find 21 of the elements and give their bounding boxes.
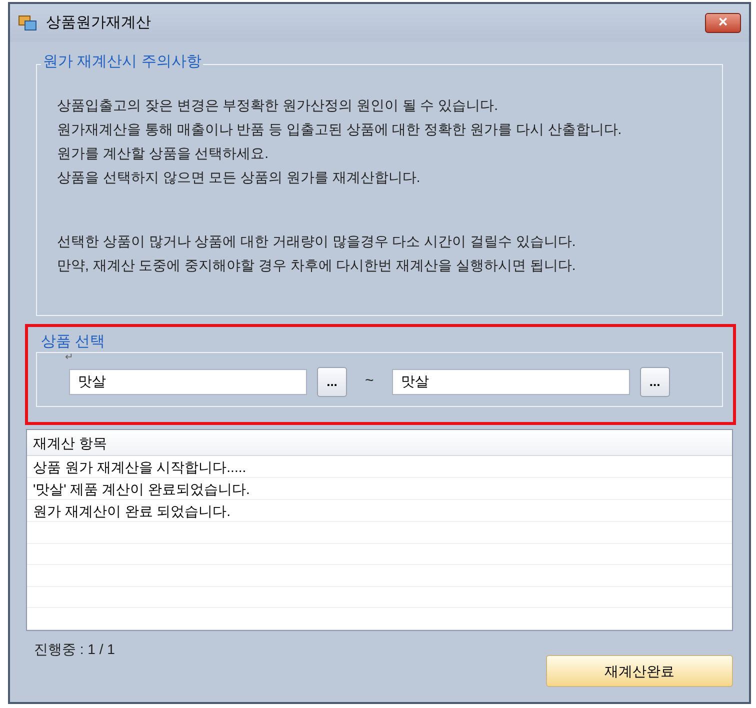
browse-button[interactable]: ... [317,366,347,396]
log-row: 원가 재계산이 완료 되었습니다. [27,500,732,522]
boxes-icon [18,14,38,32]
finish-button[interactable]: 재계산완료 [546,655,733,687]
notice-line: 선택한 상품이 많거나 상품에 대한 거래량이 많을경우 다소 시간이 걸릴수 있습니다. [57,232,577,251]
notice-line: 원가재계산을 통해 매출이나 반품 등 입출고된 상품에 대한 정확한 원가를 다시 산출합니다. [57,120,623,139]
return-mark: ↵ [65,353,73,363]
notice-line: 상품을 선택하지 않으면 모든 상품의 원가를 재계산합니다. [57,168,422,187]
window-title: 상품원가재계산 [46,12,151,33]
notice-line: 만약, 재계산 도중에 중지해야할 경우 차후에 다시한번 재계산을 실행하시면 됩니다. [57,256,577,275]
log-row: '맛살' 제품 계산이 완료되었습니다. [27,478,732,500]
group-title: 상품 선택 [41,334,106,349]
progress-text: 진행중 : 1 / 1 [34,640,115,659]
notice-line: 상품입출고의 잦은 변경은 부정확한 원가산정의 원인이 될 수 있습니다. [57,96,500,115]
notice-line: 원가를 계산할 상품을 선택하세요. [57,144,270,163]
product-field[interactable]: 맛살 [69,368,307,394]
browse-button[interactable]: ... [640,366,670,396]
product-field[interactable]: 맛살 [392,368,630,394]
log-row: 상품 원가 재계산을 시작합니다..... [27,456,732,478]
group-title: 원가 재계산시 주의사항 [41,54,204,69]
range-separator: ~ [365,371,374,392]
